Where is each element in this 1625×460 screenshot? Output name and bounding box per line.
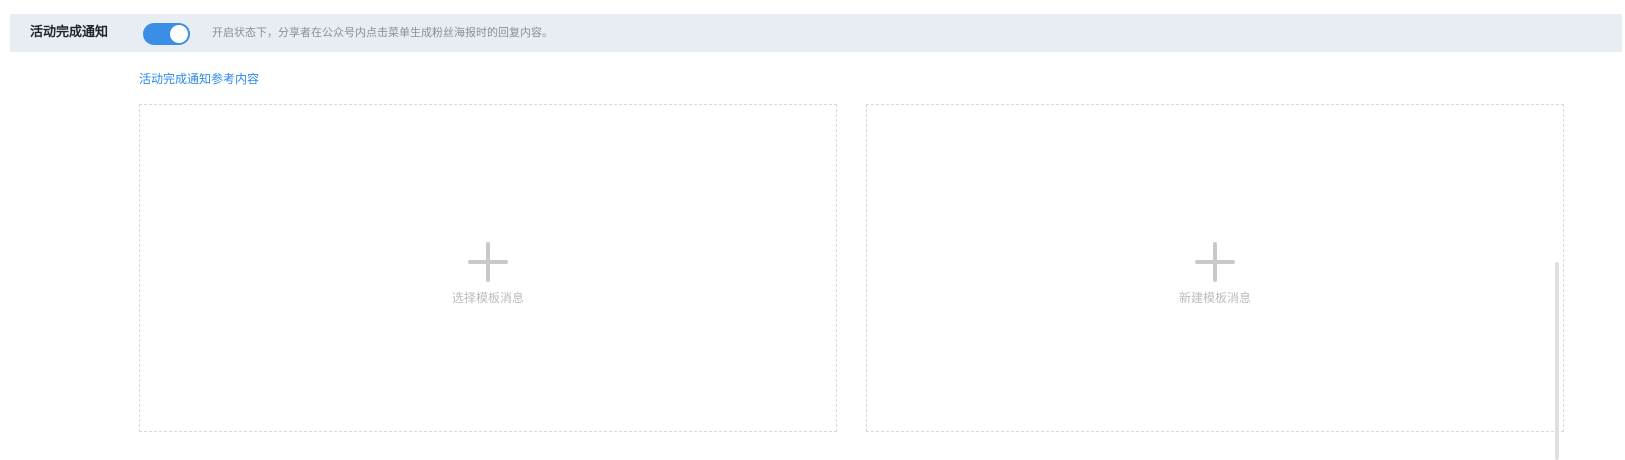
plus-icon <box>1195 242 1235 282</box>
select-template-label: 选择模板消息 <box>451 291 524 305</box>
reference-content-link[interactable]: 活动完成通知参考内容 <box>139 70 259 88</box>
notification-toggle[interactable] <box>143 23 190 45</box>
setting-description: 开启状态下，分享者在公众号内点击菜单生成粉丝海报时的回复内容。 <box>212 26 553 39</box>
plus-icon <box>468 242 508 282</box>
scrollbar[interactable] <box>1555 262 1559 460</box>
activity-complete-notification-row: 活动完成通知 开启状态下，分享者在公众号内点击菜单生成粉丝海报时的回复内容。 <box>10 14 1622 52</box>
new-template-card[interactable]: 新建模板消息 <box>866 104 1564 432</box>
toggle-knob <box>170 25 188 43</box>
select-template-card[interactable]: 选择模板消息 <box>139 104 837 432</box>
setting-label: 活动完成通知 <box>30 25 109 40</box>
new-template-label: 新建模板消息 <box>1178 291 1251 305</box>
page: 活动完成通知 开启状态下，分享者在公众号内点击菜单生成粉丝海报时的回复内容。 活… <box>0 0 1625 460</box>
